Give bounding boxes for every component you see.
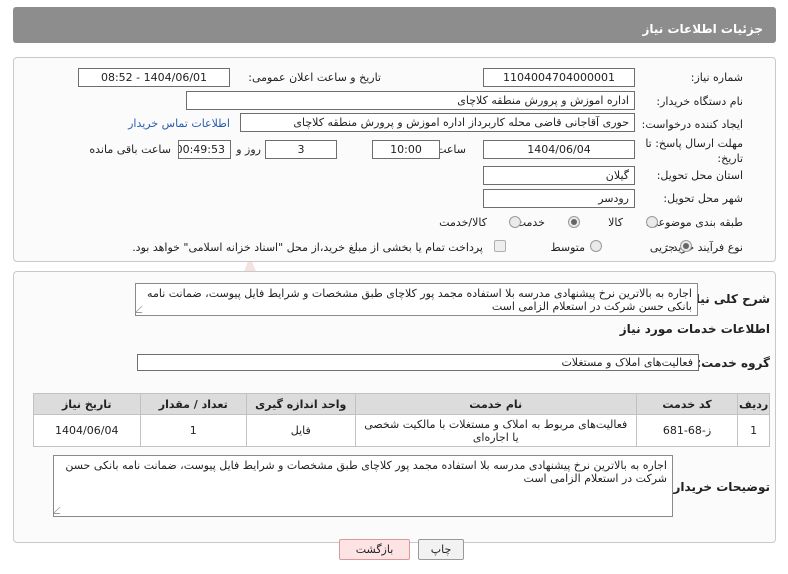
- buyer-notes-textarea[interactable]: اجاره به بالاترین نرخ پیشنهادی مدرسه بلا…: [53, 455, 673, 517]
- service-group-field[interactable]: فعالیت‌های املاک و مستغلات: [137, 354, 699, 371]
- purchase-type-option-minor: جزیی: [649, 241, 675, 254]
- resize-handle-icon[interactable]: [54, 507, 67, 514]
- cell-service-code: ز-68-681: [635, 414, 739, 447]
- buyer-notes-text: اجاره به بالاترین نرخ پیشنهادی مدرسه بلا…: [65, 459, 667, 485]
- print-button[interactable]: چاپ: [418, 539, 464, 560]
- creator-label: ایجاد کننده درخواست:: [641, 118, 743, 131]
- summary-textarea[interactable]: اجاره به بالاترین نرخ پیشنهادی مدرسه بلا…: [135, 283, 698, 316]
- category-radio-service[interactable]: [568, 216, 580, 228]
- buyer-notes-label: توضیحات خریدار:: [668, 480, 770, 494]
- services-table: ردیف کد خدمت نام خدمت واحد اندازه گیری ت…: [33, 393, 770, 447]
- purchase-type-radio-minor[interactable]: [680, 240, 692, 252]
- purchase-type-option-medium: متوسط: [550, 241, 585, 254]
- need-number-label: شماره نیاز:: [690, 71, 743, 84]
- deadline-label: مهلت ارسال پاسخ: تا تاریخ:: [645, 136, 743, 166]
- treasury-payment-note: پرداخت تمام یا بخشی از مبلغ خرید،از محل …: [132, 241, 483, 254]
- col-row-number: ردیف: [737, 393, 770, 415]
- creator-field[interactable]: حوری آقاجانی قاضی محله کاربرداز اداره ام…: [240, 113, 635, 132]
- resize-handle-icon[interactable]: [136, 306, 149, 313]
- deadline-label-line1: مهلت ارسال پاسخ: تا: [645, 137, 743, 150]
- page-title: جزئیات اطلاعات نیاز: [642, 22, 763, 36]
- purchase-type-label: نوع فرآیند خرید :: [665, 241, 743, 254]
- col-service-name: نام خدمت: [354, 393, 637, 415]
- page-header: جزئیات اطلاعات نیاز: [13, 7, 776, 43]
- deadline-time-field[interactable]: 10:00: [372, 140, 440, 159]
- announce-date-field[interactable]: 1404/06/01 - 08:52: [78, 68, 230, 87]
- deadline-label-line2: تاریخ:: [717, 152, 743, 165]
- category-radio-goods[interactable]: [646, 216, 658, 228]
- purchase-type-radio-medium[interactable]: [590, 240, 602, 252]
- deadline-time-label: ساعت: [436, 143, 466, 156]
- buyer-org-field[interactable]: اداره اموزش و پرورش منطقه کلاچای: [186, 91, 635, 110]
- buyer-contact-link[interactable]: اطلاعات تماس خریدار: [128, 117, 230, 130]
- days-field[interactable]: 3: [265, 140, 337, 159]
- category-label: طبقه بندی موضوعی:: [645, 216, 743, 229]
- buyer-org-label: نام دستگاه خریدار:: [656, 95, 743, 108]
- remaining-time-label: ساعت باقی مانده: [89, 143, 171, 156]
- col-service-code: کد خدمت: [635, 393, 739, 415]
- cell-service-name: فعالیت‌های مربوط به املاک و مستغلات با م…: [354, 414, 637, 447]
- need-number-field[interactable]: 1104004704000001: [483, 68, 635, 87]
- services-section-title: اطلاعات خدمات مورد نیاز: [619, 322, 770, 336]
- days-label: روز و: [236, 143, 261, 156]
- cell-quantity: 1: [139, 414, 247, 447]
- cell-need-date: 1404/06/04: [33, 414, 141, 447]
- category-option-goods: کالا: [608, 216, 623, 229]
- col-need-date: تاریخ نیاز: [33, 393, 141, 415]
- city-field[interactable]: رودسر: [483, 189, 635, 208]
- remaining-time-field[interactable]: 00:49:53: [178, 140, 231, 159]
- province-field[interactable]: گیلان: [483, 166, 635, 185]
- city-label: شهر محل تحویل:: [663, 192, 743, 205]
- treasury-payment-checkbox[interactable]: [494, 240, 506, 252]
- cell-row-number: 1: [737, 414, 770, 447]
- col-quantity: تعداد / مقدار: [139, 393, 247, 415]
- col-unit: واحد اندازه گیری: [245, 393, 356, 415]
- cell-unit: فایل: [245, 414, 356, 447]
- summary-text: اجاره به بالاترین نرخ پیشنهادی مدرسه بلا…: [147, 287, 692, 313]
- service-group-label: گروه خدمت:: [696, 356, 770, 370]
- deadline-date-field[interactable]: 1404/06/04: [483, 140, 635, 159]
- table-header-row: ردیف کد خدمت نام خدمت واحد اندازه گیری ت…: [33, 393, 770, 415]
- category-option-goods-service: کالا/خدمت: [439, 216, 487, 229]
- back-button[interactable]: بازگشت: [339, 539, 410, 560]
- announce-date-label: تاریخ و ساعت اعلان عمومی:: [248, 71, 381, 84]
- category-radio-goods-service[interactable]: [509, 216, 521, 228]
- table-row[interactable]: 1 ز-68-681 فعالیت‌های مربوط به املاک و م…: [33, 414, 770, 447]
- province-label: استان محل تحویل:: [656, 169, 743, 182]
